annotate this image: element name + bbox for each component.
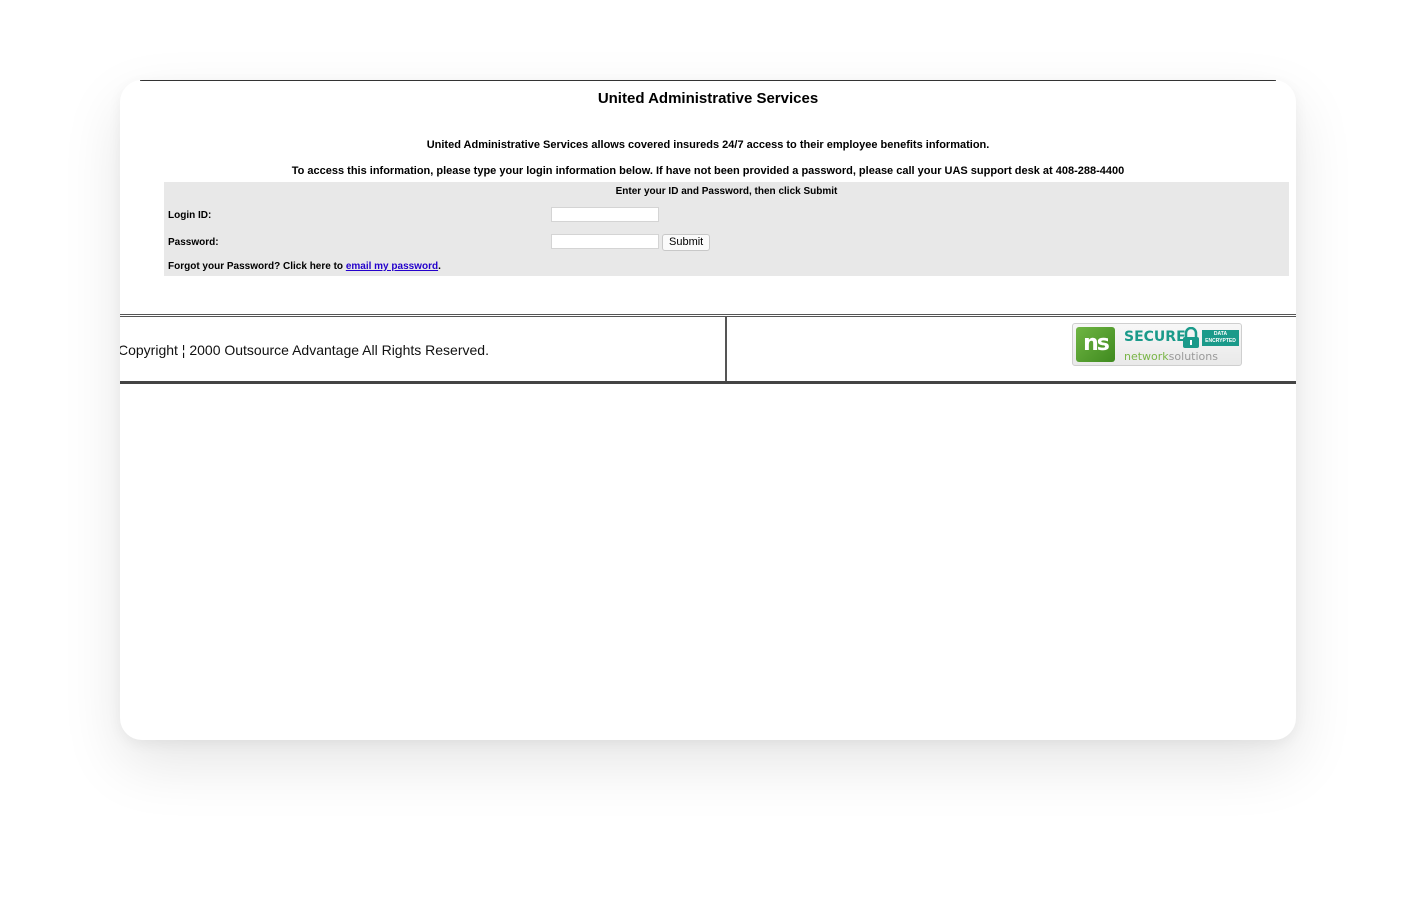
footer-divider [725,317,727,381]
footer-top-rule [120,314,1296,317]
login-id-label: Login ID: [168,210,212,221]
lock-icon [1183,327,1199,348]
copyright-text: Copyright ¦ 2000 Outsource Advantage All… [120,342,489,358]
password-input[interactable] [551,234,659,249]
login-panel: Enter your ID and Password, then click S… [164,182,1289,276]
badge-encrypted-line1: DATA [1213,331,1228,337]
badge-encrypted-line2: ENCRYPTED [1205,338,1236,344]
login-id-input[interactable] [551,207,659,222]
password-label: Password: [168,237,219,248]
instructions-text: To access this information, please type … [291,165,1125,177]
forgot-suffix: . [438,261,441,272]
badge-secure-text: SECURE [1124,329,1186,345]
badge-brand-light: solutions [1168,350,1218,363]
intro-text: United Administrative Services allows co… [426,139,990,151]
login-caption: Enter your ID and Password, then click S… [615,186,838,197]
forgot-password-text: Forgot your Password? Click here to emai… [168,261,441,272]
footer-bottom-rule [120,381,1296,384]
network-solutions-logo-icon: ns [1076,327,1115,362]
page-card: United Administrative Services United Ad… [120,80,1296,740]
badge-brand-text: networksolutions [1124,350,1218,363]
forgot-prefix: Forgot your Password? Click here to [168,261,346,272]
submit-button[interactable]: Submit [662,234,711,251]
secure-badge[interactable]: ns SECURE DATA ENCRYPTED networksolutions [1072,323,1242,366]
badge-encrypted-label: DATA ENCRYPTED [1202,330,1239,346]
top-rule [140,80,1276,81]
page-title: United Administrative Services [597,90,819,107]
email-password-link[interactable]: email my password [346,261,438,272]
badge-brand-bold: network [1124,350,1169,363]
